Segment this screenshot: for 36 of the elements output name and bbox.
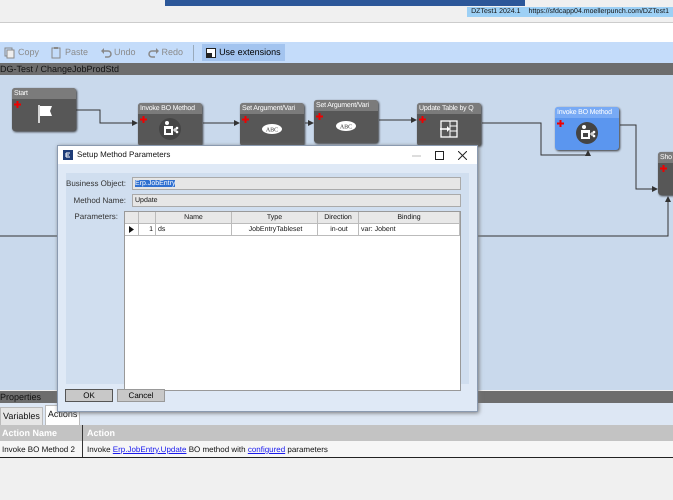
extensions-toggle[interactable]: Use extensions xyxy=(202,44,285,62)
app-icon xyxy=(63,150,73,160)
table-update-icon xyxy=(438,118,460,140)
add-icon xyxy=(660,164,667,172)
object-method-icon xyxy=(159,118,181,140)
connector-line xyxy=(202,120,240,126)
tab[interactable]: Variables xyxy=(0,406,43,425)
copy-icon xyxy=(4,46,16,58)
maximize-icon xyxy=(435,150,444,160)
link[interactable]: configured xyxy=(248,445,286,454)
ok-button[interactable]: OK xyxy=(65,389,113,402)
breadcrumb: DG-Test / ChangeJobProdStd xyxy=(0,63,673,75)
connector-line xyxy=(378,117,417,123)
extension-icon xyxy=(206,48,216,58)
connector-line xyxy=(620,124,658,192)
field-label: Method Name: xyxy=(72,194,126,206)
action-description: Invoke Erp.JobEntry.Update BO method with configured parameters xyxy=(86,444,328,456)
table-cell: Invoke BO Method 2 xyxy=(0,441,83,457)
close-icon xyxy=(458,150,467,160)
add-icon xyxy=(419,116,426,123)
add-icon xyxy=(557,120,564,127)
cancel-button[interactable]: Cancel xyxy=(117,389,165,402)
dialog-title: Setup Method Parameters xyxy=(77,149,170,161)
add-icon xyxy=(14,100,21,108)
undo-icon xyxy=(100,46,112,58)
connector-line xyxy=(304,120,314,126)
link[interactable]: Erp.JobEntry.Update xyxy=(112,445,186,454)
object-method-icon xyxy=(576,122,598,144)
add-icon xyxy=(140,116,147,123)
column-header: Action xyxy=(86,427,115,440)
field-label: Parameters: xyxy=(73,211,118,223)
add-icon xyxy=(316,112,323,120)
clipboard-icon xyxy=(51,46,64,58)
add-icon xyxy=(242,116,249,123)
field-label: Business Object: xyxy=(66,178,126,190)
redo-icon xyxy=(148,46,160,58)
